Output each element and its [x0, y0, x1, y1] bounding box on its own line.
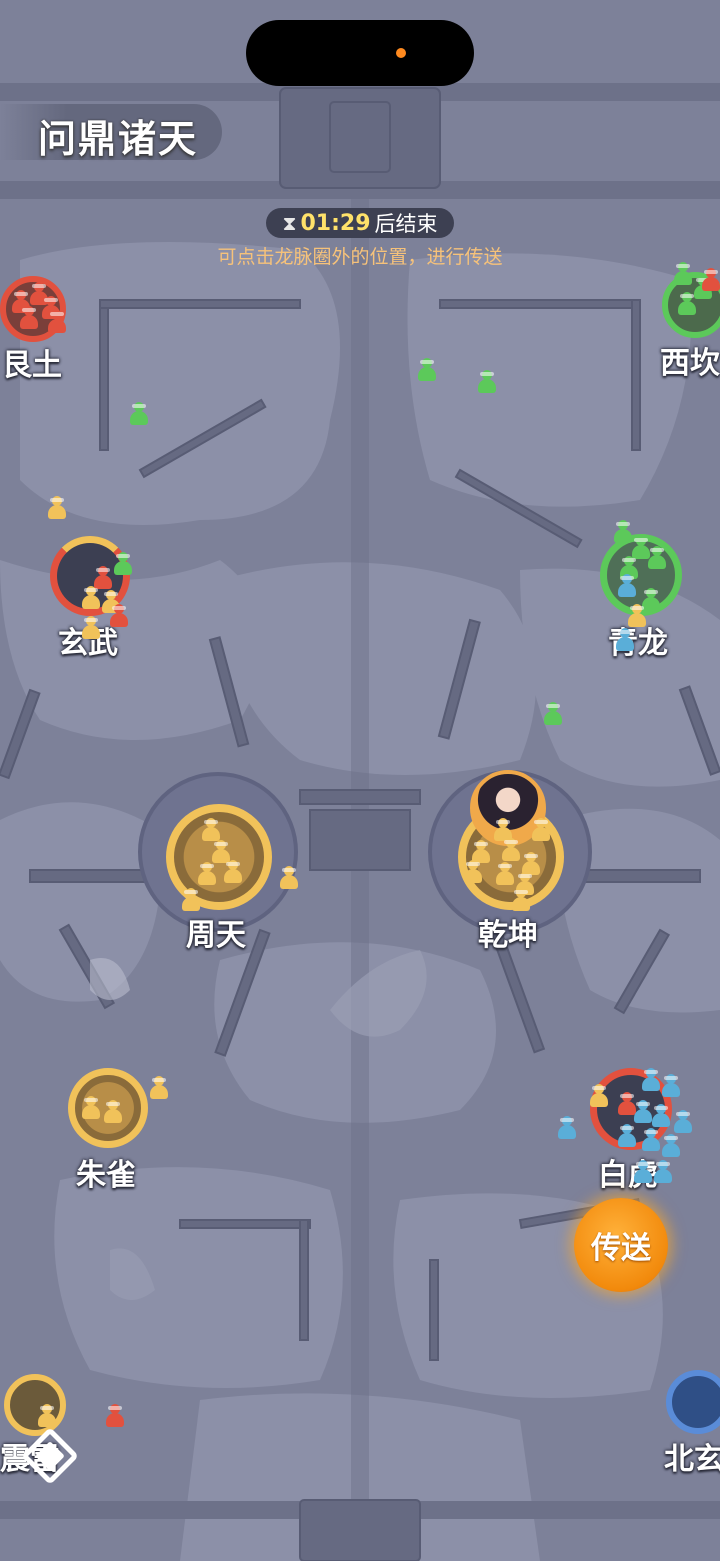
unit-marker-blue — [632, 1160, 654, 1184]
unit-marker-yellow — [148, 1076, 170, 1100]
unit-marker-green — [542, 702, 564, 726]
unit-marker-red — [18, 306, 40, 330]
unit-marker-green — [672, 262, 694, 286]
unit-marker-green — [112, 552, 134, 576]
node-label-qian-kun: 乾坤 — [478, 918, 538, 953]
unit-marker-yellow — [80, 586, 102, 610]
unit-marker-blue — [652, 1160, 674, 1184]
timer-suffix: 后结束 — [374, 212, 438, 236]
node-label-xi-kan: 西坎 — [660, 346, 720, 381]
teleport-button[interactable]: 传送 — [574, 1198, 668, 1292]
countdown-timer: ⧗ 01:29 后结束 — [266, 208, 454, 238]
unit-marker-yellow — [530, 818, 552, 842]
unit-marker-red — [700, 268, 720, 292]
unit-marker-red — [104, 1404, 126, 1428]
unit-marker-blue — [660, 1074, 682, 1098]
unit-marker-yellow — [46, 496, 68, 520]
unit-marker-blue — [556, 1116, 578, 1140]
unit-marker-yellow — [196, 862, 218, 886]
teleport-button-label: 传送 — [591, 1231, 651, 1266]
node-label-zhou-tian: 周天 — [186, 918, 246, 953]
unit-marker-blue — [650, 1104, 672, 1128]
unit-marker-blue — [616, 574, 638, 598]
unit-marker-green — [416, 358, 438, 382]
teleport-hint: 可点击龙脉圈外的位置，进行传送 — [217, 246, 503, 268]
node-label-bei-xuan: 北玄 — [664, 1442, 720, 1477]
unit-marker-blue — [640, 1128, 662, 1152]
unit-marker-blue — [672, 1110, 694, 1134]
unit-marker-yellow — [510, 888, 532, 912]
unit-marker-yellow — [222, 860, 244, 884]
unit-marker-red — [108, 604, 130, 628]
camera-notch — [246, 20, 474, 86]
unit-marker-blue — [614, 628, 636, 652]
node-label-gen-tu: 艮土 — [2, 348, 62, 383]
page-title: 问鼎诸天 — [38, 117, 199, 161]
node-label-zhu-que: 朱雀 — [76, 1158, 136, 1193]
compass-cursor-icon[interactable] — [22, 1428, 78, 1484]
unit-marker-yellow — [462, 860, 484, 884]
unit-marker-green — [646, 546, 668, 570]
unit-marker-blue — [616, 1124, 638, 1148]
unit-marker-yellow — [80, 616, 102, 640]
unit-marker-yellow — [626, 604, 648, 628]
unit-marker-yellow — [102, 1100, 124, 1124]
unit-marker-yellow — [180, 888, 202, 912]
hourglass-icon: ⧗ — [282, 211, 297, 235]
unit-marker-blue — [660, 1134, 682, 1158]
unit-marker-yellow — [80, 1096, 102, 1120]
unit-marker-yellow — [278, 866, 300, 890]
unit-marker-green — [476, 370, 498, 394]
unit-marker-red — [46, 310, 68, 334]
unit-marker-green — [128, 402, 150, 426]
unit-marker-yellow — [500, 838, 522, 862]
unit-marker-blue — [640, 1068, 662, 1092]
unit-marker-green — [676, 292, 698, 316]
timer-value: 01:29 — [300, 210, 371, 236]
unit-marker-yellow — [36, 1404, 58, 1428]
unit-marker-yellow — [494, 862, 516, 886]
unit-marker-yellow — [200, 818, 222, 842]
unit-marker-yellow — [588, 1084, 610, 1108]
camera-dot — [396, 48, 406, 58]
